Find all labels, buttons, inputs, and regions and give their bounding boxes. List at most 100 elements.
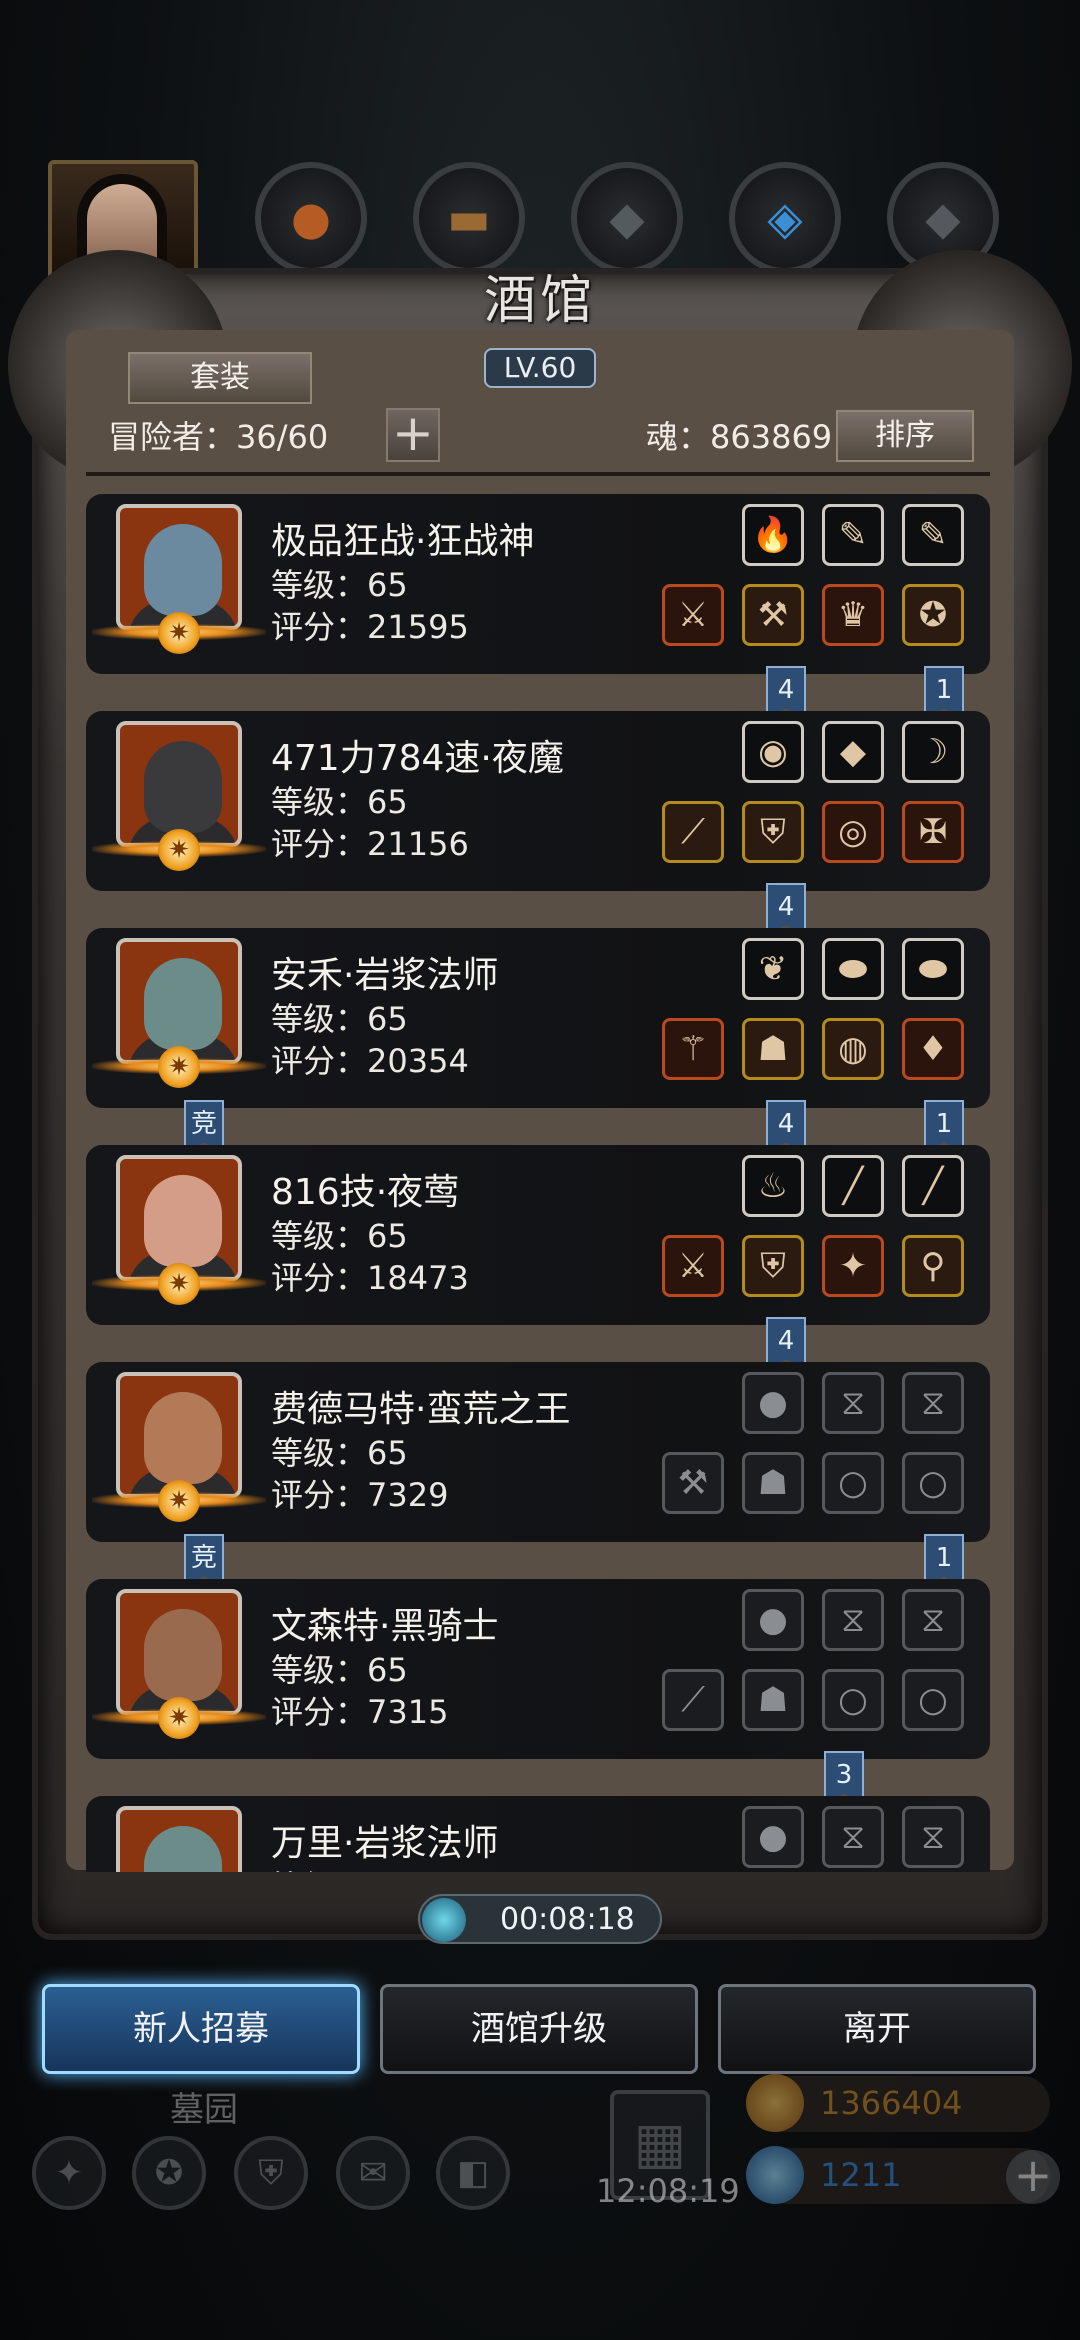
equipment-slot[interactable]: ⧖ xyxy=(822,1806,884,1868)
equipment-icon: ☗ xyxy=(757,1029,789,1069)
equipment-slot[interactable]: ⚔ xyxy=(662,584,724,646)
equipment-icon: ☗ xyxy=(757,1463,789,1503)
equipment-slot[interactable]: ⛨ xyxy=(742,1235,804,1297)
plus-icon: + xyxy=(392,404,434,462)
recruit-button[interactable]: 新人招募 xyxy=(42,1984,360,2074)
equipment-icon: ✎ xyxy=(838,515,868,555)
equipment-slot[interactable]: ✪ xyxy=(902,584,964,646)
hero-list[interactable]: ✷ 极品狂战·狂战神 等级：65 评分：21595 🔥 ✎ ✎ ⚔ ⚒ ♛ ✪ 4 1 ✷ 471力784速… xyxy=(86,484,990,1872)
equipment-icon: ✎ xyxy=(918,515,948,555)
equipment-slot[interactable]: ☗ xyxy=(742,1018,804,1080)
set-button[interactable]: 套装 xyxy=(128,352,312,404)
hero-level: 等级：65 xyxy=(271,1651,408,1689)
helm-icon: ⛨ xyxy=(234,2136,308,2210)
equipment-slot[interactable]: ● xyxy=(742,1589,804,1651)
equipment-slot[interactable]: ⬬ xyxy=(902,938,964,1000)
rank-star-icon: ✷ xyxy=(158,1480,200,1522)
equipment-slot[interactable]: ⚒ xyxy=(662,1452,724,1514)
upgrade-tavern-button[interactable]: 酒馆升级 xyxy=(380,1984,698,2074)
hero-card[interactable]: ✷ 816技·夜莺 等级：65 评分：18473 ♨ ╱ ╱ ⚔ ⛨ ✦ ⚲ xyxy=(86,1145,990,1325)
equipment-slot[interactable]: ⚚ xyxy=(662,1018,724,1080)
hero-card[interactable]: ✷ 费德马特·蛮荒之王 等级：65 评分：7329 ● ⧖ ⧖ ⚒ ☗ ○ ○ xyxy=(86,1362,990,1542)
equipment-slot[interactable]: ◉ xyxy=(742,721,804,783)
clock-icon xyxy=(422,1898,466,1942)
equipment-slot[interactable]: ✎ xyxy=(902,504,964,566)
gold-value: 1366404 xyxy=(820,2084,963,2122)
equipment-icon: ✪ xyxy=(918,595,948,635)
equipment-slot[interactable]: ♦ xyxy=(902,1018,964,1080)
equipment-icon: ⧖ xyxy=(841,1600,865,1640)
equipment-slot[interactable]: ○ xyxy=(822,1669,884,1731)
equipment-slot[interactable]: ✎ xyxy=(822,504,884,566)
hero-level: 等级：65 xyxy=(271,1862,408,1872)
equipment-slot[interactable]: ♨ xyxy=(742,1155,804,1217)
hero-portrait[interactable] xyxy=(116,1806,242,1872)
leave-button[interactable]: 离开 xyxy=(718,1984,1036,2074)
equipment-icon: ⚲ xyxy=(920,1246,946,1286)
equipment-icon: ╱ xyxy=(842,1166,864,1206)
hero-level: 等级：65 xyxy=(271,1000,408,1038)
equipment-slot[interactable]: ☗ xyxy=(742,1452,804,1514)
hero-level: 等级：65 xyxy=(271,783,408,821)
equipment-icon: ○ xyxy=(918,1680,948,1720)
hero-name: 816技·夜莺 xyxy=(271,1172,460,1213)
equipment-slot[interactable]: ◎ xyxy=(822,801,884,863)
equipment-slot[interactable]: ⛨ xyxy=(742,801,804,863)
hero-name: 费德马特·蛮荒之王 xyxy=(271,1389,571,1430)
hero-score: 评分：20354 xyxy=(271,1042,469,1080)
equipment-slot[interactable]: ⟋ xyxy=(662,1669,724,1731)
equipment-slot[interactable]: ╱ xyxy=(822,1155,884,1217)
equipment-slot[interactable]: ✠ xyxy=(902,801,964,863)
equipment-icon: 🔥 xyxy=(751,515,795,555)
equipment-icon: ☗ xyxy=(757,1680,789,1720)
equipment-slot[interactable]: ◍ xyxy=(822,1018,884,1080)
equipment-icon: ✦ xyxy=(838,1246,868,1286)
equipment-slot[interactable]: ⧖ xyxy=(902,1372,964,1434)
gourd-icon[interactable]: ● xyxy=(255,162,367,274)
equipment-icon: ✠ xyxy=(918,812,948,852)
hero-card[interactable]: ✷ 安禾·岩浆法师 等级：65 评分：20354 ❦ ⬬ ⬬ ⚚ ☗ ◍ ♦ xyxy=(86,928,990,1108)
equipment-slot[interactable]: ● xyxy=(742,1372,804,1434)
equipment-icon: ╱ xyxy=(922,1166,944,1206)
equipment-slot[interactable]: ⬬ xyxy=(822,938,884,1000)
equipment-slot[interactable]: ⧖ xyxy=(902,1806,964,1868)
equipment-slot[interactable]: ⚲ xyxy=(902,1235,964,1297)
equipment-slot[interactable]: ○ xyxy=(902,1452,964,1514)
equipment-slot[interactable]: ⧖ xyxy=(822,1372,884,1434)
equipment-icon: ⧖ xyxy=(841,1817,865,1857)
hero-card[interactable]: ✷ 文森特·黑骑士 等级：65 评分：7315 ● ⧖ ⧖ ⟋ ☗ ○ ○ xyxy=(86,1579,990,1759)
gem-resource: 1211 xyxy=(746,2146,1050,2204)
equipment-icon: ◆ xyxy=(839,732,867,772)
equipment-icon: ⧖ xyxy=(921,1383,945,1423)
sort-button[interactable]: 排序 xyxy=(836,410,974,462)
equipment-slot[interactable]: ❦ xyxy=(742,938,804,1000)
equipment-slot[interactable]: ◆ xyxy=(822,721,884,783)
hero-card[interactable]: ✷万里·岩浆法师等级：65评分：●⧖⧖ xyxy=(86,1796,990,1872)
equipment-icon: ⬬ xyxy=(918,949,948,989)
badge-icon: ✪ xyxy=(132,2136,206,2210)
equipment-slot[interactable]: ○ xyxy=(902,1669,964,1731)
divider xyxy=(86,472,990,476)
rank-star-icon: ✷ xyxy=(158,829,200,871)
hero-card[interactable]: ✷ 极品狂战·狂战神 等级：65 评分：21595 🔥 ✎ ✎ ⚔ ⚒ ♛ ✪ xyxy=(86,494,990,674)
equipment-slot[interactable]: ● xyxy=(742,1806,804,1868)
equipment-slot[interactable]: ⚒ xyxy=(742,584,804,646)
compass-icon: ✦ xyxy=(32,2136,106,2210)
equipment-slot[interactable]: 🔥 xyxy=(742,504,804,566)
add-slot-button[interactable]: + xyxy=(386,408,440,462)
equipment-icon: ○ xyxy=(838,1463,868,1503)
equipment-slot[interactable]: ○ xyxy=(822,1452,884,1514)
equipment-slot[interactable]: ⧖ xyxy=(902,1589,964,1651)
hero-card[interactable]: ✷ 471力784速·夜魔 等级：65 评分：21156 ◉ ◆ ☽ ⟋ ⛨ ◎ ✠ xyxy=(86,711,990,891)
equipment-slot[interactable]: ♛ xyxy=(822,584,884,646)
blue-crystal-icon[interactable]: ◈ xyxy=(729,162,841,274)
equipment-slot[interactable]: ☗ xyxy=(742,1669,804,1731)
hero-name: 文森特·黑骑士 xyxy=(271,1606,499,1647)
equipment-slot[interactable]: ☽ xyxy=(902,721,964,783)
equipment-slot[interactable]: ⟋ xyxy=(662,801,724,863)
equipment-slot[interactable]: ✦ xyxy=(822,1235,884,1297)
equipment-slot[interactable]: ⧖ xyxy=(822,1589,884,1651)
equipment-slot[interactable]: ╱ xyxy=(902,1155,964,1217)
equipment-icon: ● xyxy=(758,1817,788,1857)
equipment-slot[interactable]: ⚔ xyxy=(662,1235,724,1297)
